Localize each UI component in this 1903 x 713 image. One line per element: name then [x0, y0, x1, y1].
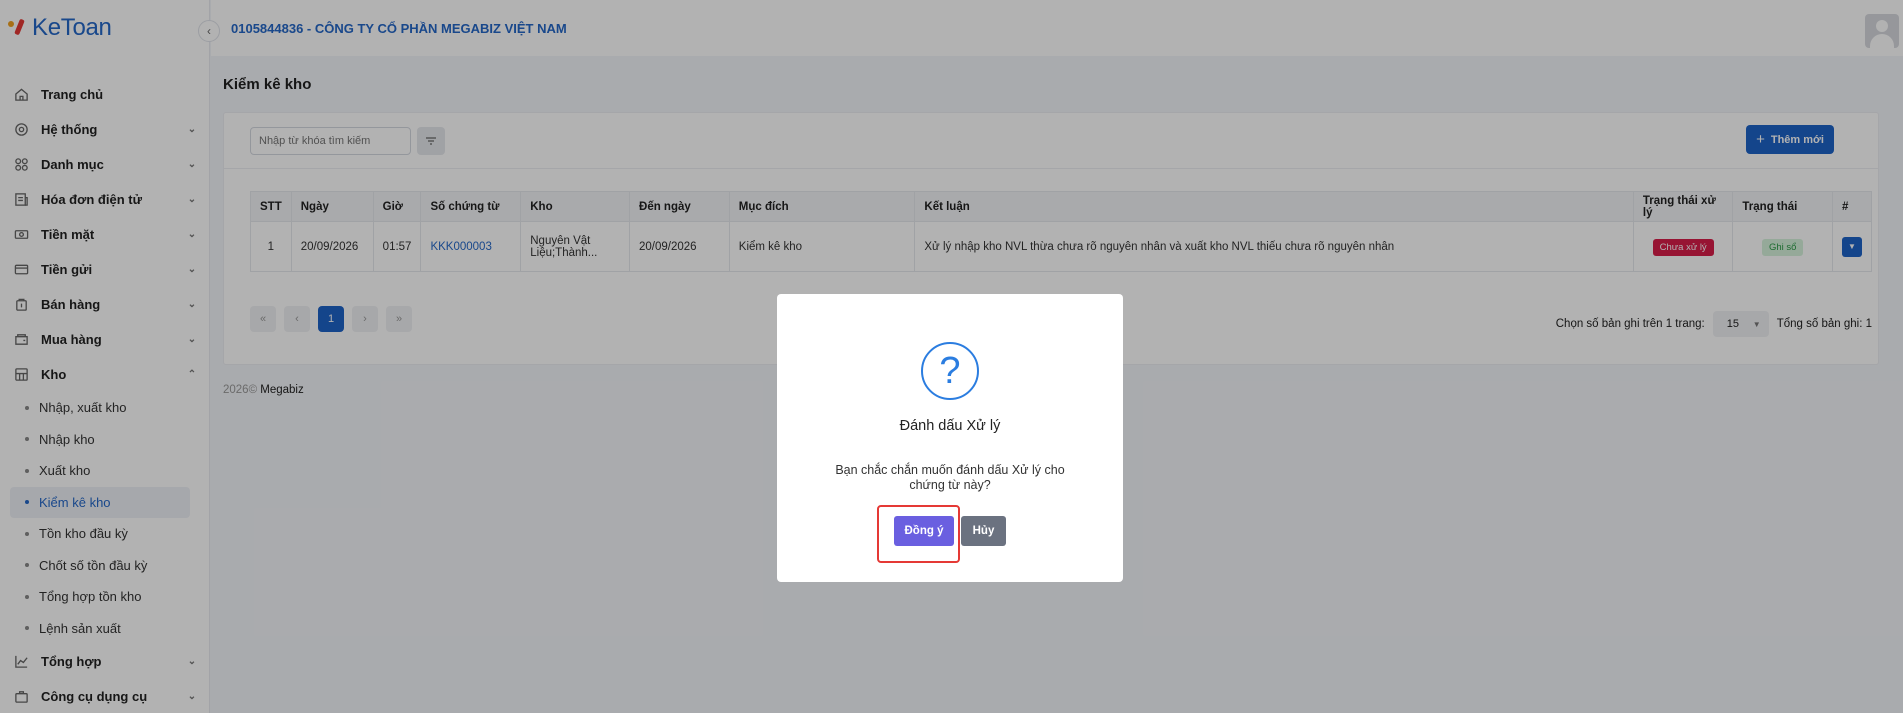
- confirm-dialog: ? Đánh dấu Xử lý Bạn chắc chắn muốn đánh…: [777, 294, 1123, 582]
- dialog-message: Bạn chắc chắn muốn đánh dấu Xử lý cho ch…: [835, 463, 1065, 492]
- cancel-button[interactable]: Hủy: [961, 516, 1006, 546]
- confirm-button[interactable]: Đồng ý: [894, 516, 954, 546]
- question-icon: ?: [921, 342, 979, 400]
- dialog-title: Đánh dấu Xử lý: [899, 418, 1001, 434]
